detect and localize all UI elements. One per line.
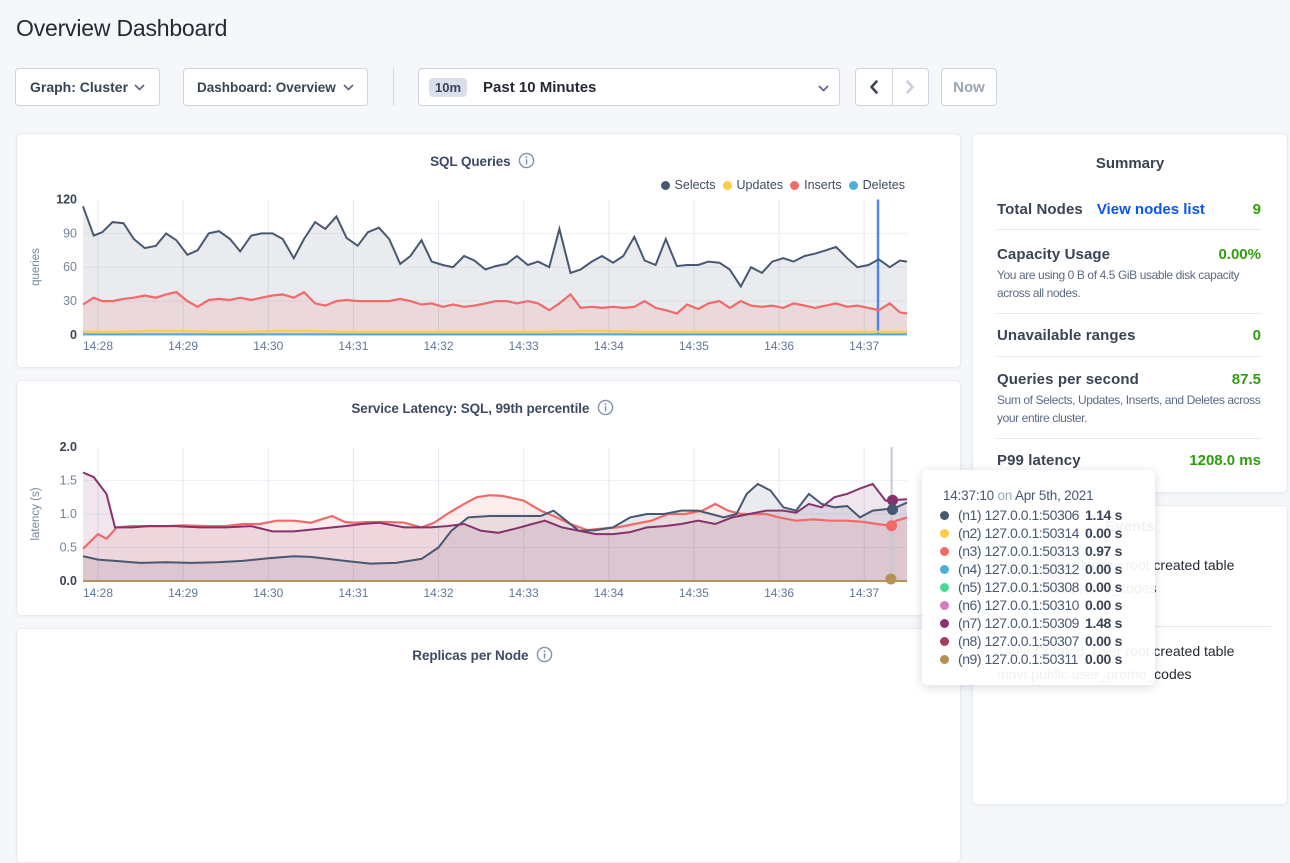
svg-text:14:36: 14:36 [764,586,794,600]
svg-text:14:37: 14:37 [849,586,879,600]
svg-text:14:31: 14:31 [338,586,368,600]
svg-text:14:31: 14:31 [338,339,368,353]
svg-text:14:34: 14:34 [594,339,624,353]
svg-text:120: 120 [56,193,77,207]
svg-text:14:34: 14:34 [594,586,624,600]
svg-text:90: 90 [63,226,77,240]
svg-text:14:30: 14:30 [253,339,283,353]
svg-text:14:32: 14:32 [423,339,453,353]
svg-text:0.5: 0.5 [60,541,77,555]
svg-text:0.0: 0.0 [60,574,77,588]
svg-text:14:29: 14:29 [168,586,198,600]
svg-text:14:28: 14:28 [83,339,113,353]
svg-text:0: 0 [70,328,77,342]
svg-text:1.0: 1.0 [60,507,77,521]
svg-text:14:29: 14:29 [168,339,198,353]
svg-text:2.0: 2.0 [60,440,77,454]
svg-text:14:33: 14:33 [509,586,539,600]
svg-text:60: 60 [63,260,77,274]
svg-text:latency (s): latency (s) [30,487,42,540]
svg-text:queries: queries [30,248,42,286]
svg-text:14:36: 14:36 [764,339,794,353]
svg-text:14:32: 14:32 [423,586,453,600]
svg-text:14:35: 14:35 [679,586,709,600]
svg-text:14:33: 14:33 [509,339,539,353]
svg-text:14:28: 14:28 [83,586,113,600]
svg-text:14:30: 14:30 [253,586,283,600]
svg-text:14:35: 14:35 [679,339,709,353]
svg-text:1.5: 1.5 [60,474,77,488]
svg-text:14:37: 14:37 [849,339,879,353]
svg-text:30: 30 [63,294,77,308]
